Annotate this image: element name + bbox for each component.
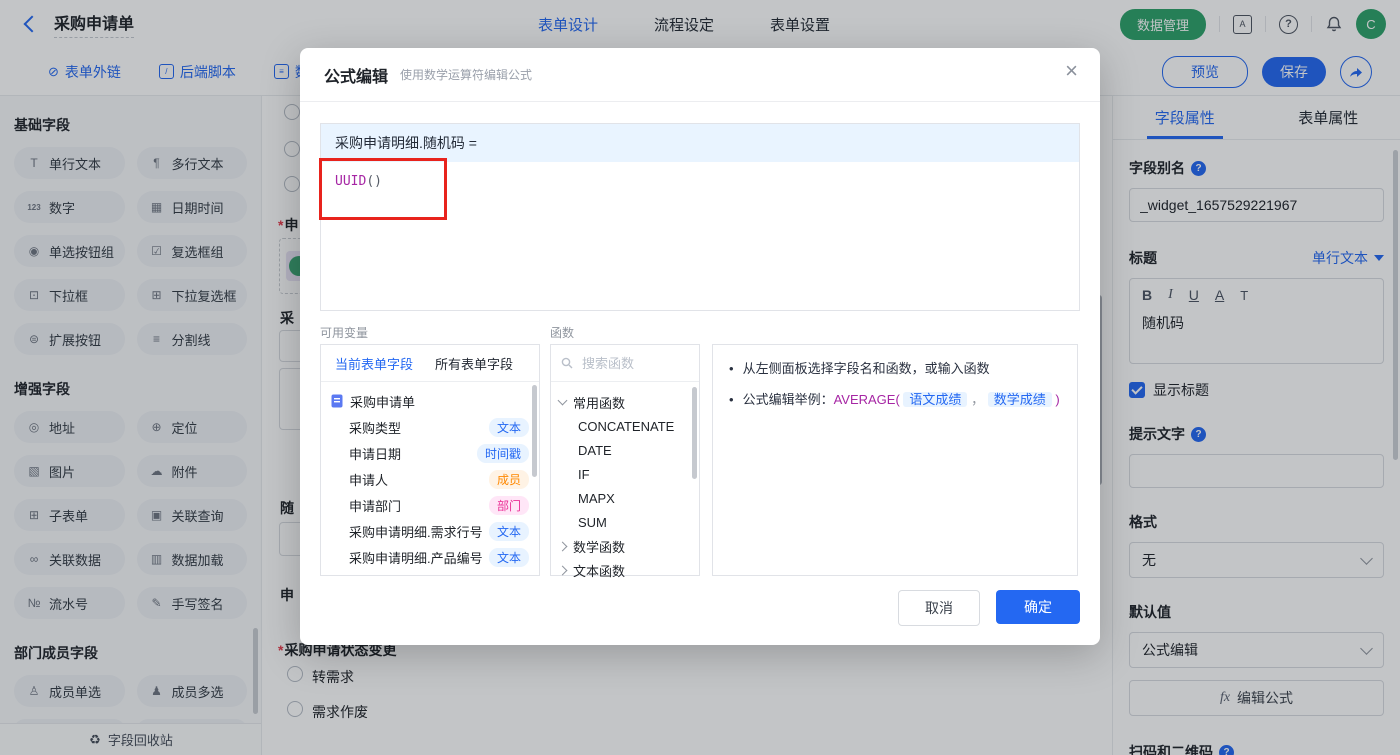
functions-panel: 常用函数 CONCATENATE DATE IF MAPX SUM 数学函数 文…: [550, 344, 700, 579]
field-type-badge: 文本: [488, 547, 529, 567]
chevron-down-icon: [557, 395, 568, 406]
fields-tree: 采购申请单 采购类型 文本 申请日期 时间戳 申请人 成员 申请部门 部门 采购申请明细…: [321, 382, 539, 570]
function-group-label: 常用函数: [573, 395, 626, 411]
functions-label: 函数: [550, 326, 575, 340]
document-icon: [331, 394, 343, 408]
functions-scrollbar[interactable]: [692, 387, 697, 479]
tree-root-label: 采购申请单: [350, 394, 416, 410]
tree-root[interactable]: 采购申请单: [321, 388, 539, 414]
field-name: 采购申请明细.需求行号: [349, 524, 483, 540]
field-row[interactable]: 采购类型 文本: [321, 414, 539, 440]
bullet: •: [729, 391, 734, 407]
function-item[interactable]: IF: [551, 462, 699, 486]
dialog-title: 公式编辑: [324, 68, 389, 86]
field-type-badge: 文本: [488, 417, 529, 437]
field-type-badge: 部门: [488, 495, 529, 515]
function-item[interactable]: CONCATENATE: [551, 414, 699, 438]
red-annotation-box: [319, 158, 447, 220]
field-name: 申请日期: [349, 446, 402, 462]
field-type-badge: 文本: [488, 521, 529, 541]
field-name: 申请部门: [349, 498, 402, 514]
functions-tree: 常用函数 CONCATENATE DATE IF MAPX SUM 数学函数 文…: [551, 382, 699, 582]
tab-current-form-fields[interactable]: 当前表单字段: [335, 354, 413, 373]
formula-target: 采购申请明细.随机码 =: [321, 124, 1079, 162]
function-item[interactable]: MAPX: [551, 486, 699, 510]
tab-all-form-fields[interactable]: 所有表单字段: [435, 354, 513, 373]
formula-editor-dialog: 公式编辑 使用数学运算符编辑公式 × 采购申请明细.随机码 = UUID() 可…: [300, 48, 1100, 645]
chevron-right-icon: [557, 541, 568, 551]
field-row[interactable]: 采购申请明细.产品编号 文本: [321, 544, 539, 570]
function-search-input[interactable]: [580, 354, 680, 372]
example-function-close: ): [1055, 391, 1060, 407]
variables-tabs: 当前表单字段 所有表单字段: [321, 345, 539, 382]
example-field-chip: 语文成绩: [903, 391, 968, 407]
function-group-text[interactable]: 文本函数: [551, 558, 699, 582]
function-item[interactable]: DATE: [551, 438, 699, 462]
field-row[interactable]: 申请日期 时间戳: [321, 440, 539, 466]
variables-scrollbar[interactable]: [532, 385, 537, 477]
tip-line: • 从左侧面板选择字段名和函数，或输入函数: [729, 359, 1061, 380]
field-row[interactable]: 申请部门 部门: [321, 492, 539, 518]
function-group-math[interactable]: 数学函数: [551, 534, 699, 558]
confirm-button[interactable]: 确定: [996, 590, 1080, 624]
function-item[interactable]: SUM: [551, 510, 699, 534]
variables-panel: 当前表单字段 所有表单字段 采购申请单 采购类型 文本 申请日期 时间戳 申请人 成员…: [320, 344, 540, 576]
field-name: 采购申请明细.产品编号: [349, 550, 483, 566]
example-line: • 公式编辑举例：AVERAGE( 语文成绩 ， 数学成绩 ): [729, 390, 1061, 411]
bullet: •: [729, 361, 734, 376]
example-text: 公式编辑举例：AVERAGE( 语文成绩 ， 数学成绩 ): [743, 390, 1060, 411]
tip-text: 从左侧面板选择字段名和函数，或输入函数: [742, 361, 990, 376]
help-panel: • 从左侧面板选择字段名和函数，或输入函数 • 公式编辑举例：AVERAGE( …: [712, 344, 1078, 576]
field-row[interactable]: 采购申请明细.需求行号 文本: [321, 518, 539, 544]
dialog-subtitle: 使用数学运算符编辑公式: [400, 68, 533, 82]
field-row[interactable]: 申请人 成员: [321, 466, 539, 492]
search-icon: [561, 357, 573, 369]
function-search-row: [551, 345, 699, 382]
dialog-header: 公式编辑 使用数学运算符编辑公式: [300, 48, 1100, 102]
example-field-chip: 数学成绩: [987, 391, 1052, 407]
function-group-label: 文本函数: [573, 563, 626, 579]
field-name: 采购类型: [349, 420, 402, 436]
function-group-common[interactable]: 常用函数: [551, 390, 699, 414]
field-name: 申请人: [349, 472, 389, 488]
chevron-right-icon: [557, 565, 568, 575]
example-function-open: AVERAGE(: [833, 391, 900, 407]
function-group-label: 数学函数: [573, 539, 626, 555]
example-comma: ，: [971, 391, 985, 407]
variables-label: 可用变量: [320, 326, 369, 340]
close-icon[interactable]: ×: [1065, 60, 1078, 82]
form-designer-app: 采购申请单 表单设计 流程设定 表单设置 数据管理 A ? C ⊘ 表单外链 /…: [0, 0, 1400, 755]
example-label: 公式编辑举例：: [742, 391, 834, 407]
field-type-badge: 成员: [488, 469, 529, 489]
cancel-button[interactable]: 取消: [898, 590, 980, 626]
dialog-footer: 取消 确定: [898, 590, 1080, 626]
field-type-badge: 时间戳: [476, 443, 529, 463]
